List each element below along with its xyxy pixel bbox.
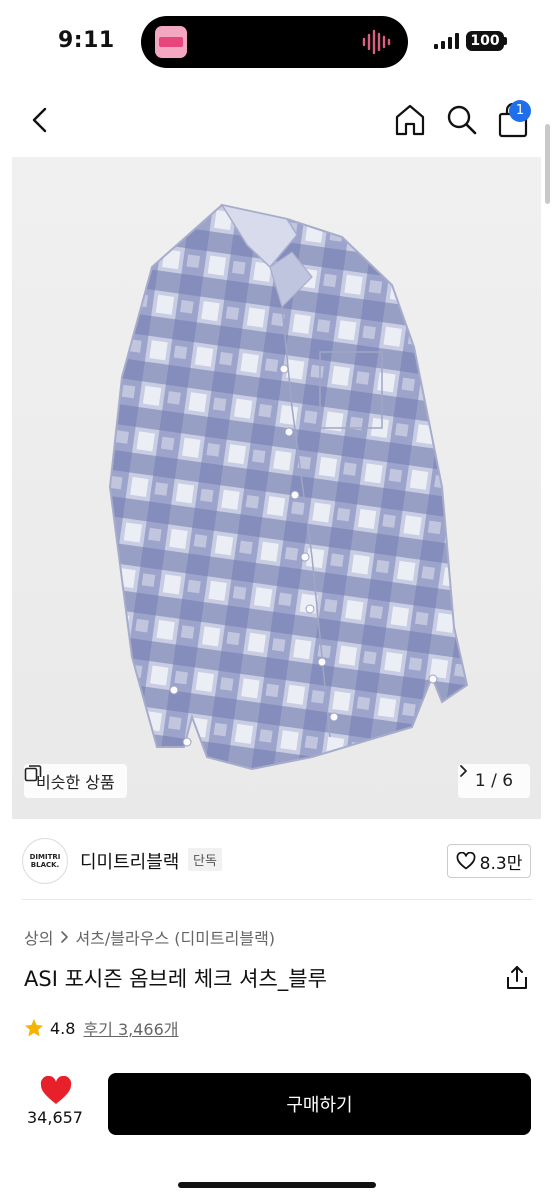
divider [22,899,532,900]
share-icon[interactable] [504,964,530,992]
star-icon [25,1019,43,1037]
brand-name[interactable]: 디미트리블랙 [80,848,179,874]
breadcrumb: 상의 셔츠/블라우스 (디미트리블랙) [24,925,275,949]
buy-button[interactable]: 구매하기 [108,1073,531,1135]
similar-products-label: 비슷한 상품 [36,773,115,792]
rating-row[interactable]: 4.8 후기 3,466개 [24,1016,179,1040]
signal-icon [434,33,459,49]
home-indicator[interactable] [178,1182,376,1188]
audio-wave-icon [362,29,391,55]
brand-like-button[interactable]: 8.3만 [447,844,531,878]
similar-products-button[interactable]: 비슷한 상품 [24,764,127,798]
now-playing-app-icon [155,26,187,58]
home-icon[interactable] [392,102,428,138]
brand-logo[interactable]: DIMITRI BLACK. [22,838,68,884]
product-title: ASI 포시즌 옴브레 체크 셔츠_블루 [24,967,327,991]
exclusive-badge: 단독 [188,848,222,871]
dynamic-island [141,16,408,68]
status-time: 9:11 [58,28,115,53]
brand-logo-line2: BLACK. [30,861,60,869]
heart-outline-icon [456,852,476,870]
chevron-right-icon [61,931,69,943]
review-count-link[interactable]: 후기 3,466개 [83,1016,178,1040]
top-nav [0,90,554,150]
brand-row[interactable]: DIMITRI BLACK. 디미트리블랙 단독 8.3만 [0,830,554,894]
search-icon[interactable] [444,102,480,138]
breadcrumb-category[interactable]: 상의 [24,925,53,949]
brand-logo-line1: DIMITRI [29,853,61,861]
product-image-gallery[interactable]: 비슷한 상품 1 / 6 [12,157,541,819]
wishlist-count: 34,657 [27,1108,83,1127]
chevron-right-icon [460,765,467,777]
back-icon[interactable] [24,102,56,138]
battery-tip [504,37,507,45]
breadcrumb-subcategory[interactable]: 셔츠/블라우스 (디미트리블랙) [75,925,275,949]
brand-like-count: 8.3만 [479,853,523,874]
image-pager[interactable]: 1 / 6 [458,764,530,798]
product-image [108,203,469,771]
battery-level: 100 [466,31,504,51]
rating-score: 4.8 [50,1018,76,1038]
heart-filled-icon [40,1075,72,1104]
scrollbar[interactable] [545,124,550,204]
image-pager-text: 1 / 6 [474,771,514,791]
cart-count-badge: 1 [509,100,531,122]
status-bar: 9:11 100 [0,0,554,84]
similar-icon [24,765,42,782]
